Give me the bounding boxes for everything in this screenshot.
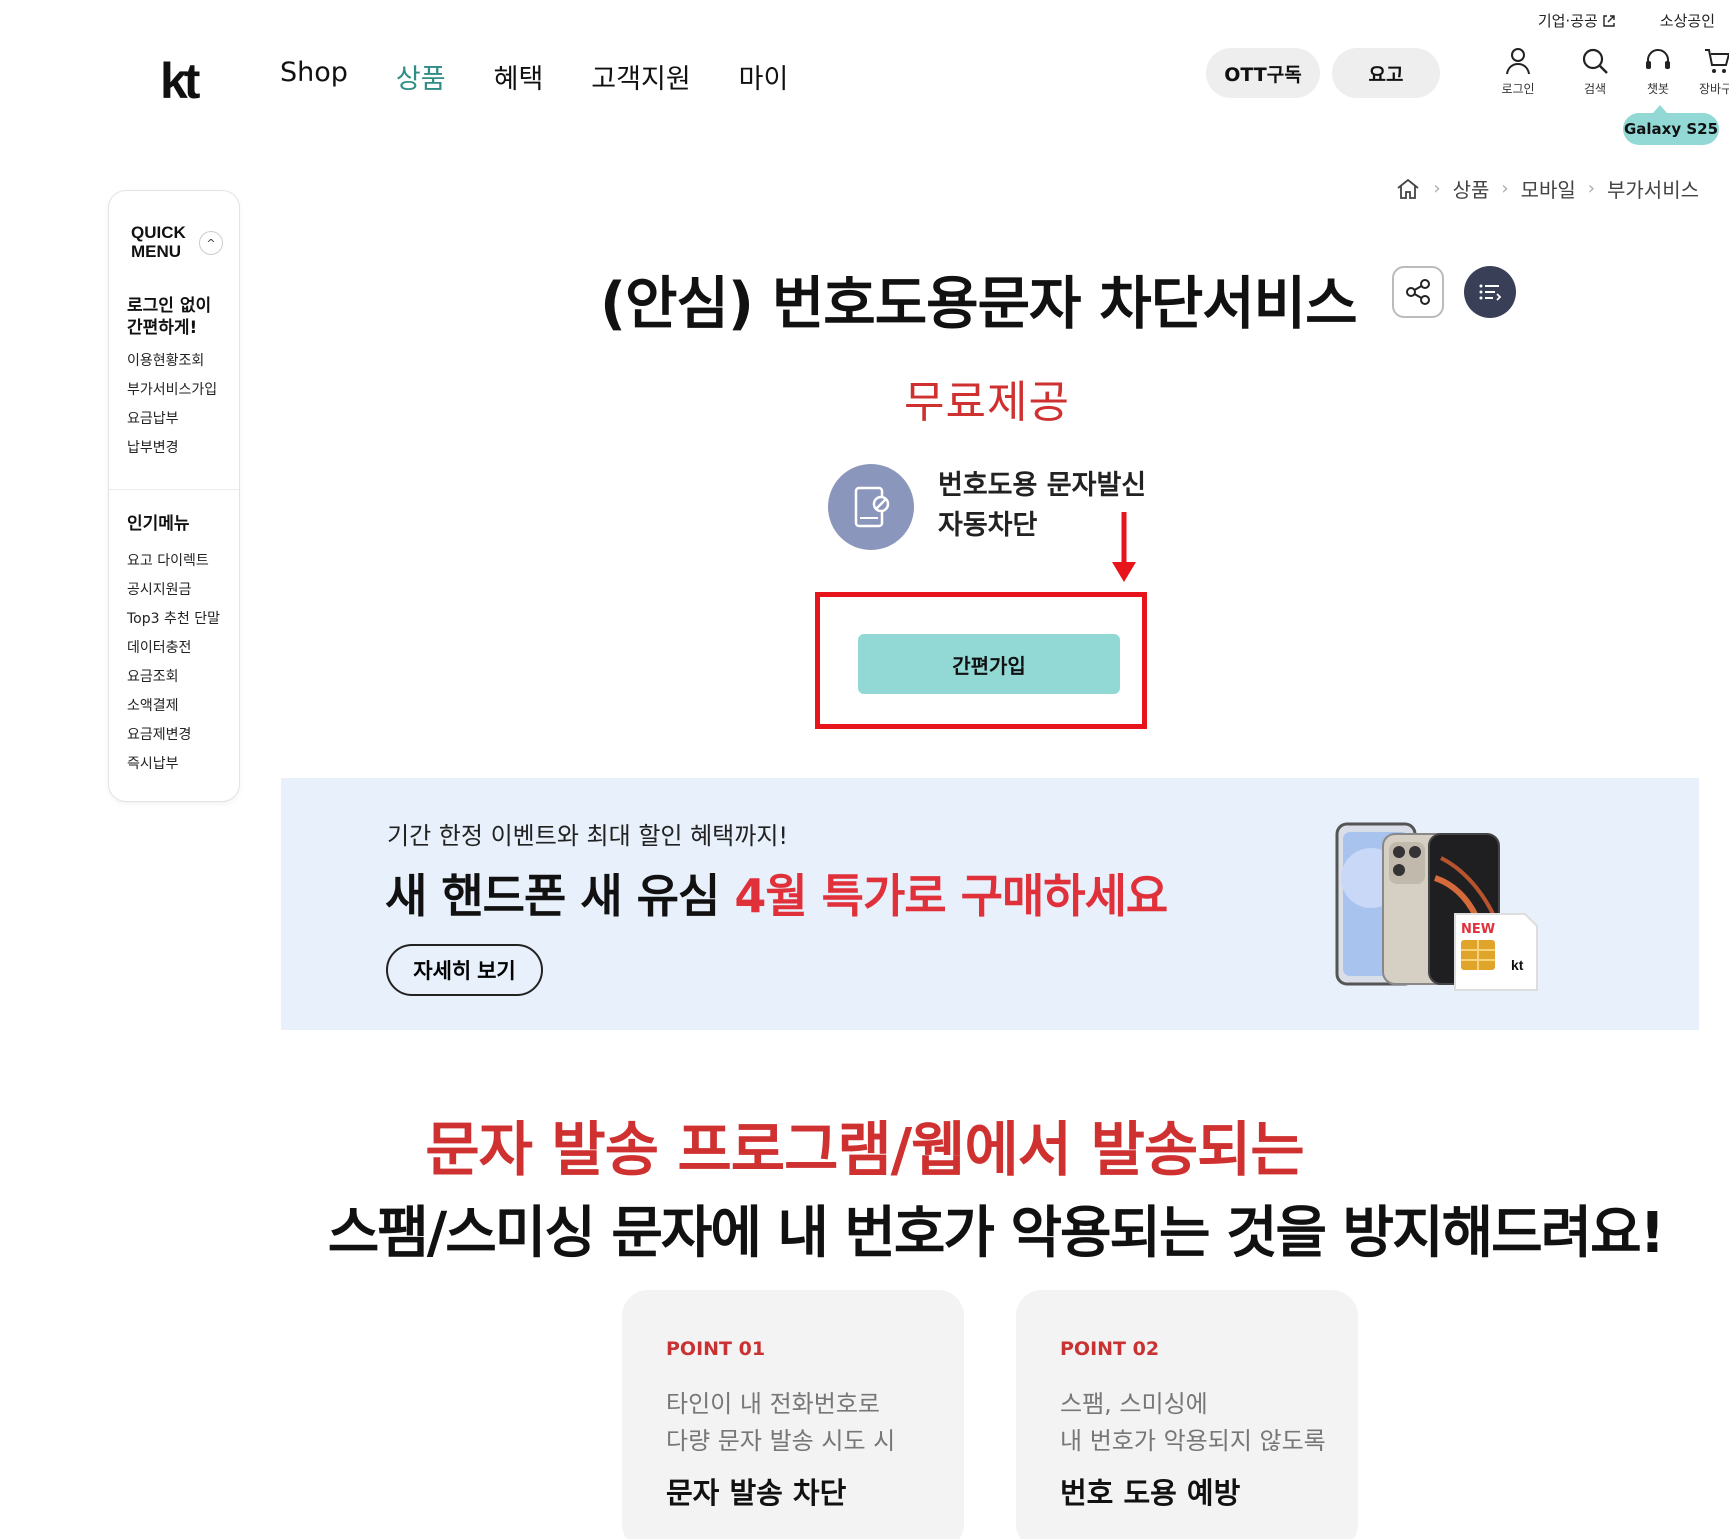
quick-menu-section-title: 인기메뉴 [127,514,190,534]
quick-menu-list: 요고 다이렉트 공시지원금 Top3 추천 단말 데이터충전 요금조회 소액결제… [127,547,220,779]
share-icon [1406,279,1430,305]
point-description: 타인이 내 전화번호로 다량 문자 발송 시도 시 [666,1390,896,1455]
user-icon [1506,48,1530,75]
nav-item-products[interactable]: 상품 [396,57,446,96]
breadcrumb-item[interactable]: 모바일 [1521,174,1576,203]
point-card-2: POINT 02 스팸, 스미싱에 내 번호가 악용되지 않도록 번호 도용 예… [1016,1290,1358,1539]
divider [109,489,239,490]
easy-join-button[interactable]: 간편가입 [858,634,1120,694]
nav-item-shop[interactable]: Shop [280,57,348,96]
list-button[interactable] [1464,266,1516,318]
galaxy-s25-badge[interactable]: Galaxy S25 [1623,105,1719,145]
ott-subscribe-button[interactable]: OTT구독 [1206,48,1320,98]
chevron-right-icon: › [1433,178,1441,199]
search-icon [1582,48,1608,74]
headset-icon [1646,49,1670,69]
breadcrumb-item[interactable]: 부가서비스 [1607,174,1699,203]
chatbot-menu[interactable]: 챗봇 [1628,46,1688,97]
home-icon[interactable] [1395,177,1421,201]
quick-menu-title: QUICK MENU [131,223,186,261]
quick-menu-section-title: 로그인 없이 간편하게! [127,296,212,338]
chevron-right-icon: › [1587,178,1595,199]
quick-menu-item[interactable]: 요금제변경 [127,721,220,750]
svg-text:NEW: NEW [1461,922,1495,937]
quick-menu-item[interactable]: 공시지원금 [127,576,220,605]
quick-menu-list: 이용현황조회 부가서비스가입 요금납부 납부변경 [127,347,217,463]
quick-menu-item[interactable]: 데이터충전 [127,634,220,663]
chevron-up-icon[interactable]: ^ [199,231,223,255]
quick-menu-item[interactable]: Top3 추천 단말 [127,605,220,634]
point-description: 스팸, 스미싱에 내 번호가 악용되지 않도록 [1060,1390,1326,1455]
svg-text:kt: kt [1511,957,1524,973]
quick-menu-item[interactable]: 이용현황조회 [127,347,217,376]
chevron-right-icon: › [1501,178,1509,199]
util-link-small-business[interactable]: 소상공인 [1660,10,1715,31]
quick-menu-item[interactable]: 요고 다이렉트 [127,547,220,576]
quick-menu-item[interactable]: 납부변경 [127,434,217,463]
main-nav: Shop 상품 혜택 고객지원 마이 [280,57,788,96]
quick-menu-item[interactable]: 요금납부 [127,405,217,434]
cart-menu[interactable]: 장바구 [1683,46,1729,97]
view-more-button[interactable]: 자세히 보기 [386,944,543,996]
arrow-down-icon [1112,512,1136,582]
quick-menu-item[interactable]: 부가서비스가입 [127,376,217,405]
nav-item-support[interactable]: 고객지원 [591,57,690,96]
phone-block-icon [828,464,914,550]
login-menu[interactable]: 로그인 [1488,46,1548,97]
cart-icon [1705,49,1729,73]
point-title: 문자 발송 차단 [666,1476,847,1510]
price-label: 무료제공 [904,377,1070,428]
utility-links: 기업·공공 소상공인 [1538,10,1715,31]
util-link-enterprise[interactable]: 기업·공공 [1538,10,1616,31]
external-link-icon [1603,14,1615,27]
yogo-button[interactable]: 요고 [1332,48,1440,98]
list-icon [1479,284,1502,301]
nav-item-my[interactable]: 마이 [739,57,789,96]
share-button[interactable] [1392,266,1444,318]
quick-menu-item[interactable]: 즉시납부 [127,750,220,779]
quick-menu-item[interactable]: 소액결제 [127,692,220,721]
point-label: POINT 02 [1060,1338,1160,1360]
section-headline-red: 문자 발송 프로그램/웹에서 발송되는 [425,1115,1304,1184]
quick-menu: QUICK MENU ^ 로그인 없이 간편하게! 이용현황조회 부가서비스가입… [108,190,240,802]
breadcrumb-item[interactable]: 상품 [1453,174,1490,203]
section-headline: 스팸/스미싱 문자에 내 번호가 악용되는 것을 방지해드려요! [327,1201,1665,1266]
search-menu[interactable]: 검색 [1565,46,1625,97]
page-title: (안심) 번호도용문자 차단서비스 [600,271,1358,337]
promo-banner[interactable]: 기간 한정 이벤트와 최대 할인 혜택까지! 새 핸드폰 새 유심 4월 특가로… [281,778,1699,1030]
kt-logo[interactable]: kt [160,52,201,110]
point-label: POINT 01 [666,1338,766,1360]
quick-menu-item[interactable]: 요금조회 [127,663,220,692]
banner-subtitle: 기간 한정 이벤트와 최대 할인 혜택까지! [387,822,789,850]
point-title: 번호 도용 예방 [1060,1476,1241,1510]
phone-sim-illustration: NEW kt [1335,822,1538,991]
breadcrumb: › 상품 › 모바일 › 부가서비스 [1395,174,1699,203]
nav-item-benefits[interactable]: 혜택 [494,57,544,96]
point-card-1: POINT 01 타인이 내 전화번호로 다량 문자 발송 시도 시 문자 발송… [622,1290,964,1539]
banner-headline: 새 핸드폰 새 유심 4월 특가로 구매하세요 [385,869,1168,923]
